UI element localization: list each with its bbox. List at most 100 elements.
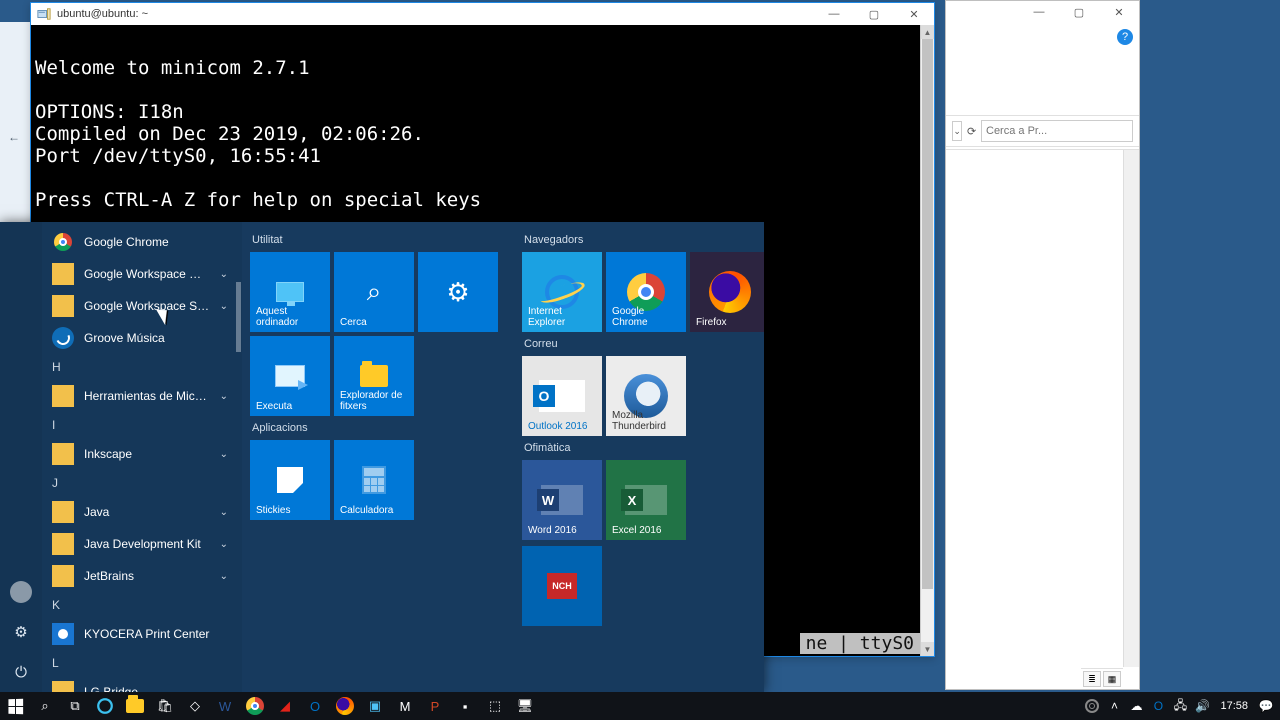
terminal-scrollbar[interactable]: ▲ ▼: [920, 25, 934, 656]
taskbar-obs-icon[interactable]: [540, 692, 570, 720]
app-letter[interactable]: L: [42, 650, 242, 676]
chevron-down-icon: ⌄: [220, 391, 228, 402]
tile-search[interactable]: ⌕Cerca: [334, 252, 414, 332]
minicom-status: ne | ttyS0: [800, 633, 920, 654]
app-letter[interactable]: I: [42, 412, 242, 438]
tray-notifications-icon[interactable]: 💬: [1256, 692, 1276, 720]
apps-scrollbar[interactable]: [234, 222, 242, 692]
group-header-correu[interactable]: Correu: [524, 338, 764, 350]
app-list-item[interactable]: LG Bridge⌄: [42, 676, 242, 692]
maximize-button[interactable]: ▢: [854, 3, 894, 25]
taskbar-putty-icon[interactable]: 🖥: [510, 692, 540, 720]
scroll-up-icon[interactable]: ▲: [921, 25, 934, 39]
taskbar-outlook-icon[interactable]: O: [300, 692, 330, 720]
tile-calc[interactable]: Calculadora: [334, 440, 414, 520]
group-header-utilitat[interactable]: Utilitat: [252, 234, 502, 246]
bg-close-button[interactable]: ✕: [1099, 1, 1139, 23]
tray-cloud-icon[interactable]: ☁: [1126, 692, 1146, 720]
taskbar-photos-icon[interactable]: ▣: [360, 692, 390, 720]
app-letter[interactable]: J: [42, 470, 242, 496]
taskbar-firefox-icon[interactable]: [330, 692, 360, 720]
apps-list[interactable]: Google ChromeGoogle Workspace Migration⌄…: [42, 222, 242, 692]
tile-tbird[interactable]: Mozilla Thunderbird: [606, 356, 686, 436]
bg-scrollbar[interactable]: [1123, 150, 1139, 667]
tile-ie[interactable]: Internet Explorer: [522, 252, 602, 332]
group-header-aplicacions[interactable]: Aplicacions: [252, 422, 502, 434]
tray-obs-icon[interactable]: [1082, 692, 1102, 720]
app-letter[interactable]: H: [42, 354, 242, 380]
scroll-down-icon[interactable]: ▼: [921, 642, 934, 656]
start-button[interactable]: [0, 692, 30, 720]
putty-icon: [37, 7, 51, 21]
tile-label: Executa: [256, 401, 326, 412]
view-details-icon[interactable]: ≣: [1083, 671, 1101, 687]
tiles-pane[interactable]: Utilitat Aquest ordinador⌕Cerca⚙ Executa E…: [242, 222, 764, 692]
bg-maximize-button[interactable]: ▢: [1059, 1, 1099, 23]
help-icon[interactable]: ?: [1117, 29, 1133, 45]
tray-outlook-icon[interactable]: O: [1148, 692, 1168, 720]
group-header-ofimatica[interactable]: Ofimàtica: [524, 442, 764, 454]
app-list-item[interactable]: Herramientas de Microsoft Off...⌄: [42, 380, 242, 412]
putty-titlebar[interactable]: ubuntu@ubuntu: ~ — ▢ ✕: [31, 3, 934, 25]
settings-icon[interactable]: ⚙: [0, 612, 42, 652]
search-input[interactable]: [981, 120, 1133, 142]
bg-minimize-button[interactable]: —: [1019, 1, 1059, 23]
tile-label: Google Chrome: [612, 306, 682, 328]
taskbar-app-3[interactable]: ⬚: [480, 692, 510, 720]
group-header-navegadors[interactable]: Navegadors: [524, 234, 764, 246]
back-icon[interactable]: ←: [8, 130, 20, 144]
chevron-down-icon: ⌄: [220, 449, 228, 460]
taskbar-chrome-icon[interactable]: [240, 692, 270, 720]
account-icon[interactable]: [0, 572, 42, 612]
app-list-item[interactable]: Groove Música: [42, 322, 242, 354]
tile-run[interactable]: Executa: [250, 336, 330, 416]
app-list-item[interactable]: Google Chrome: [42, 226, 242, 258]
tile-chrome[interactable]: Google Chrome: [606, 252, 686, 332]
tile-label: Internet Explorer: [528, 306, 598, 328]
tile-gear[interactable]: ⚙: [418, 252, 498, 332]
tile-nch[interactable]: NCH: [522, 546, 602, 626]
app-letter[interactable]: K: [42, 592, 242, 618]
taskbar-powerpoint-icon[interactable]: P: [420, 692, 450, 720]
tile-label: Calculadora: [340, 505, 410, 516]
background-window: — ▢ ✕ ? ⌄ ⟳ ≣ ▦: [945, 0, 1140, 690]
taskbar-edge-icon[interactable]: [90, 692, 120, 720]
app-item-label: Java: [84, 505, 210, 519]
taskbar-app-1[interactable]: ◇: [180, 692, 210, 720]
chevron-down-icon: ⌄: [220, 507, 228, 518]
taskbar-app-2[interactable]: M: [390, 692, 420, 720]
app-item-label: LG Bridge: [84, 685, 210, 692]
view-large-icon[interactable]: ▦: [1103, 671, 1121, 687]
taskbar-explorer-icon[interactable]: [120, 692, 150, 720]
app-list-item[interactable]: Inkscape⌄: [42, 438, 242, 470]
tray-network-icon[interactable]: 🖧: [1170, 692, 1190, 720]
tile-outlook[interactable]: OOutlook 2016: [522, 356, 602, 436]
tile-firefox[interactable]: Firefox: [690, 252, 764, 332]
app-list-item[interactable]: JetBrains⌄: [42, 560, 242, 592]
refresh-icon[interactable]: ⟳: [966, 121, 977, 141]
app-item-label: KYOCERA Print Center: [84, 627, 232, 641]
app-list-item[interactable]: KYOCERA Print Center: [42, 618, 242, 650]
app-list-item[interactable]: Google Workspace Sync⌄: [42, 290, 242, 322]
tile-stickies[interactable]: Stickies: [250, 440, 330, 520]
taskbar-word-icon[interactable]: W: [210, 692, 240, 720]
app-list-item[interactable]: Java Development Kit⌄: [42, 528, 242, 560]
minimize-button[interactable]: —: [814, 3, 854, 25]
app-list-item[interactable]: Java ⌄: [42, 496, 242, 528]
tray-volume-icon[interactable]: 🔊: [1192, 692, 1212, 720]
taskbar-search-icon[interactable]: ⌕: [30, 692, 60, 720]
tile-folder[interactable]: Explorador de fitxers: [334, 336, 414, 416]
tray-clock[interactable]: 17:58: [1214, 700, 1254, 712]
task-view-icon[interactable]: ⧉: [60, 692, 90, 720]
taskbar-terminal-icon[interactable]: ▪: [450, 692, 480, 720]
close-button[interactable]: ✕: [894, 3, 934, 25]
taskbar-store-icon[interactable]: 🛍: [150, 692, 180, 720]
tile-pc[interactable]: Aquest ordinador: [250, 252, 330, 332]
power-icon[interactable]: ⏻: [0, 652, 42, 692]
app-list-item[interactable]: Google Workspace Migration⌄: [42, 258, 242, 290]
tile-word[interactable]: WWord 2016: [522, 460, 602, 540]
addr-chevron[interactable]: ⌄: [952, 121, 962, 141]
tile-excel[interactable]: XExcel 2016: [606, 460, 686, 540]
tray-chevron-icon[interactable]: ˄: [1104, 692, 1124, 720]
taskbar-acrobat-icon[interactable]: ◢: [270, 692, 300, 720]
